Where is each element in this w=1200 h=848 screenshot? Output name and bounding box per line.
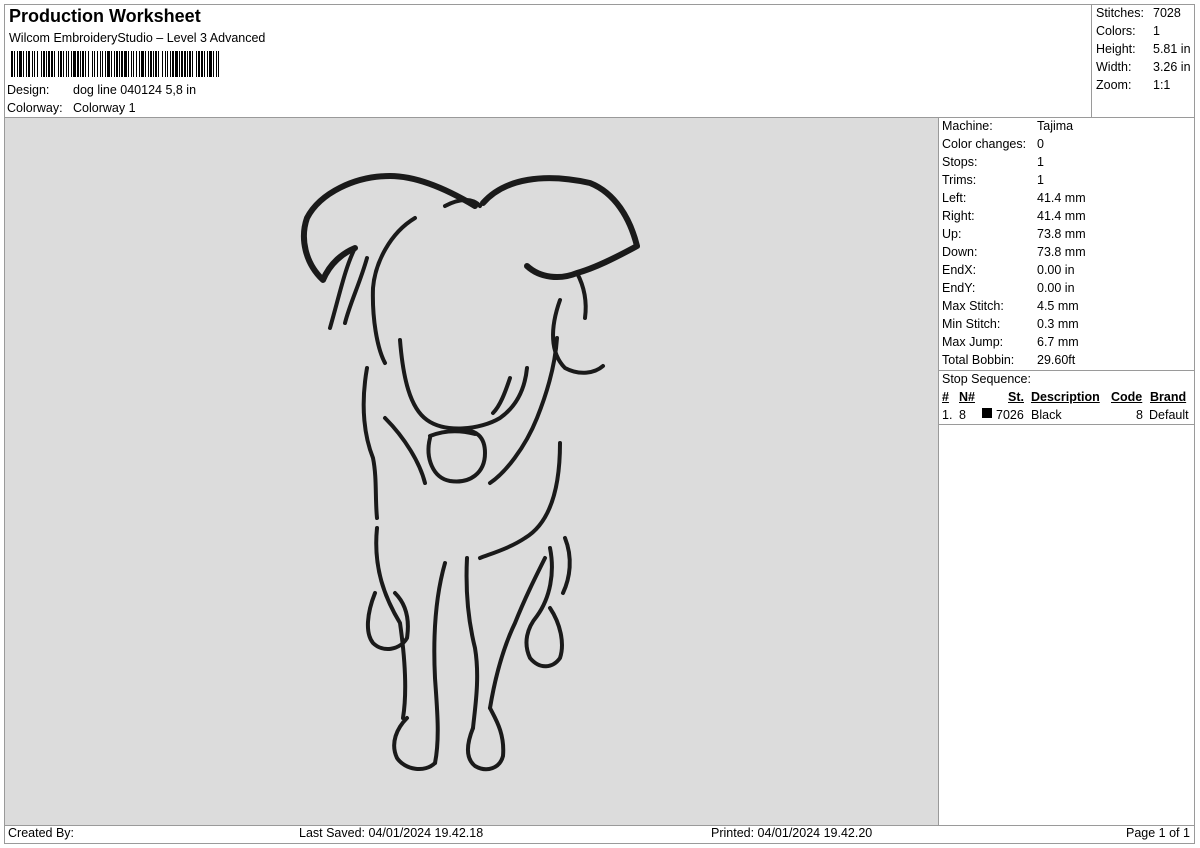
dog-embroidery-outline	[301, 173, 640, 772]
summary-label: Stitches:	[1096, 6, 1144, 20]
design-preview	[5, 118, 938, 825]
col-header-n: N#	[959, 390, 975, 404]
stat-value: 73.8 mm	[1037, 245, 1086, 259]
summary-label: Width:	[1096, 60, 1132, 74]
stat-row: Stops: 1	[942, 155, 1044, 169]
sequence-divider	[939, 424, 1195, 425]
barcode-bar	[218, 51, 219, 77]
col-header-code: Code	[1111, 390, 1143, 404]
summary-value: 5.81 in	[1153, 42, 1191, 56]
summary-value: 1	[1153, 24, 1160, 38]
stat-row: Total Bobbin: 29.60ft	[942, 353, 1075, 367]
stat-value: 41.4 mm	[1037, 209, 1086, 223]
stat-row: Min Stitch: 0.3 mm	[942, 317, 1079, 331]
stat-row: Down: 73.8 mm	[942, 245, 1086, 259]
colorway-label: Colorway:	[7, 101, 63, 115]
stat-value: 4.5 mm	[1037, 299, 1079, 313]
stat-label: Machine:	[942, 119, 993, 133]
stat-value: 29.60ft	[1037, 353, 1076, 367]
stat-value: 73.8 mm	[1037, 227, 1086, 241]
page-title: Production Worksheet	[9, 6, 201, 26]
stat-label: Max Jump:	[942, 335, 1004, 349]
stitch-count: 7026	[996, 408, 1024, 422]
stat-value: 1	[1037, 155, 1044, 169]
stat-value: 0	[1037, 137, 1044, 151]
colorway-row: Colorway: Colorway 1	[7, 101, 136, 115]
stat-label: Color changes:	[942, 137, 1027, 151]
stat-row: Color changes: 0	[942, 137, 1044, 151]
stat-row: EndY: 0.00 in	[942, 281, 1075, 295]
summary-value: 3.26 in	[1153, 60, 1191, 74]
stat-row: Machine: Tajima	[942, 119, 1073, 133]
summary-colors: Colors: 1	[1096, 24, 1160, 38]
stat-row: Max Jump: 6.7 mm	[942, 335, 1079, 349]
color-code: 8	[1136, 408, 1143, 422]
stat-value: 0.3 mm	[1037, 317, 1079, 331]
col-header-brand: Brand	[1150, 390, 1187, 404]
stat-label: EndX:	[942, 263, 977, 277]
stat-value: 0.00 in	[1037, 263, 1075, 277]
design-label: Design:	[7, 83, 50, 97]
summary-height: Height: 5.81 in	[1096, 42, 1191, 56]
panel-divider	[938, 118, 939, 825]
barcode-image	[11, 51, 345, 77]
stat-label: Right:	[942, 209, 975, 223]
stat-row: Right: 41.4 mm	[942, 209, 1086, 223]
page-number: Page 1 of 1	[1126, 826, 1190, 840]
summary-value: 7028	[1153, 6, 1181, 20]
printed-date: Printed: 04/01/2024 19.42.20	[711, 826, 873, 840]
summary-stitches: Stitches: 7028	[1096, 6, 1181, 20]
summary-label: Colors:	[1096, 24, 1136, 38]
stat-value: 41.4 mm	[1037, 191, 1086, 205]
summary-zoom: Zoom: 1:1	[1096, 78, 1170, 92]
color-swatch	[982, 408, 992, 418]
summary-width: Width: 3.26 in	[1096, 60, 1191, 74]
colorway-value: Colorway 1	[73, 101, 136, 115]
created-by: Created By:	[8, 826, 75, 840]
stat-row: Left: 41.4 mm	[942, 191, 1086, 205]
col-header-description: Description	[1031, 390, 1100, 404]
stop-sequence-label: Stop Sequence:	[942, 372, 1031, 386]
stat-row: Up: 73.8 mm	[942, 227, 1086, 241]
stats-divider	[939, 370, 1195, 371]
stop-num: 1.	[942, 408, 953, 422]
stat-label: Max Stitch:	[942, 299, 1004, 313]
color-brand: Default	[1149, 408, 1189, 422]
stat-label: Down:	[942, 245, 978, 259]
summary-label: Height:	[1096, 42, 1136, 56]
stat-value: Tajima	[1037, 119, 1074, 133]
color-description: Black	[1031, 408, 1062, 422]
stat-label: Total Bobbin:	[942, 353, 1015, 367]
design-row: Design: dog line 040124 5,8 in	[7, 83, 196, 97]
stat-label: Min Stitch:	[942, 317, 1001, 331]
stat-value: 6.7 mm	[1037, 335, 1079, 349]
stat-label: Up:	[942, 227, 962, 241]
stat-value: 1	[1037, 173, 1044, 187]
stat-row: Trims: 1	[942, 173, 1044, 187]
stat-label: Trims:	[942, 173, 977, 187]
summary-box: Stitches: 7028 Colors: 1 Height: 5.81 in Wi…	[1091, 4, 1196, 117]
summary-label: Zoom:	[1096, 78, 1132, 92]
col-header-num: #	[942, 390, 949, 404]
stat-row: EndX: 0.00 in	[942, 263, 1075, 277]
stat-label: Left:	[942, 191, 967, 205]
footer-divider	[4, 825, 1195, 826]
stat-label: EndY:	[942, 281, 976, 295]
stat-value: 0.00 in	[1037, 281, 1075, 295]
stat-row: Max Stitch: 4.5 mm	[942, 299, 1079, 313]
needle-num: 8	[959, 408, 966, 422]
software-name: Wilcom EmbroideryStudio – Level 3 Advanc…	[9, 31, 266, 45]
last-saved: Last Saved: 04/01/2024 19.42.18	[299, 826, 484, 840]
col-header-st: St.	[1008, 390, 1024, 404]
design-value: dog line 040124 5,8 in	[73, 83, 197, 97]
stat-label: Stops:	[942, 155, 978, 169]
summary-value: 1:1	[1153, 78, 1171, 92]
